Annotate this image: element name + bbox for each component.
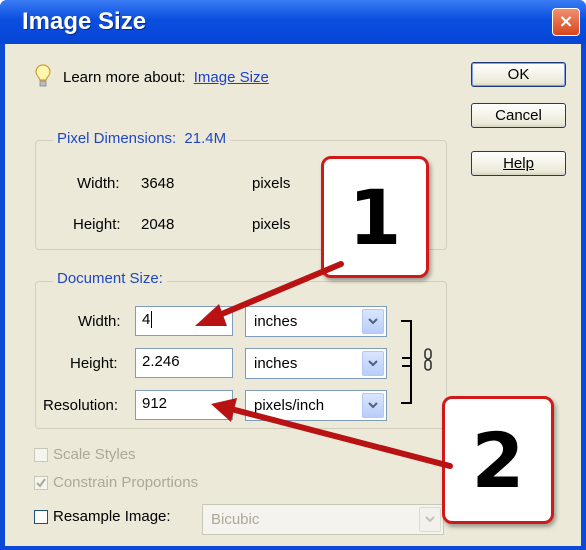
arrow-1 bbox=[195, 261, 344, 326]
dialog-body: Learn more about: Image Size OK Cancel H… bbox=[5, 44, 581, 546]
arrow-2 bbox=[211, 398, 453, 469]
window-title: Image Size bbox=[22, 8, 147, 35]
title-bar[interactable]: Image Size × bbox=[0, 0, 586, 44]
close-button[interactable]: × bbox=[552, 8, 580, 36]
annotation-arrows bbox=[195, 261, 453, 469]
close-icon: × bbox=[558, 11, 574, 32]
dialog-frame: Image Size × Learn more about: Image Siz… bbox=[0, 0, 586, 550]
